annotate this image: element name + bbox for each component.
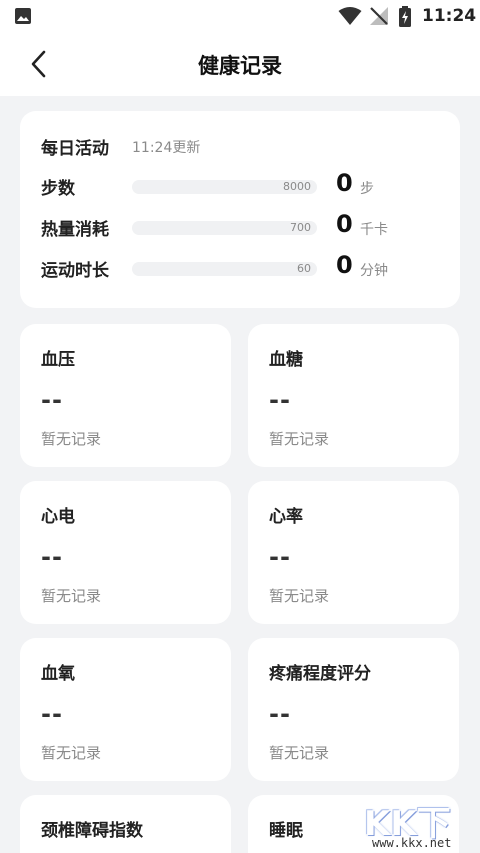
metric-value: -- <box>41 543 63 571</box>
activity-label: 热量消耗 <box>41 220 109 240</box>
metric-card-neck-disability[interactable]: 颈椎障碍指数 <box>20 795 231 853</box>
metric-note: 暂无记录 <box>269 587 330 605</box>
activity-title: 每日活动 <box>41 139 109 159</box>
page-title: 健康记录 <box>198 54 282 78</box>
activity-value: 0 <box>336 169 353 197</box>
progress-bar: 8000 <box>132 180 317 194</box>
app-bar: 健康记录 <box>0 32 480 96</box>
activity-row-steps: 步数 8000 0 步 <box>20 169 460 202</box>
watermark-url: www.kkx.net <box>372 836 452 850</box>
progress-bar: 60 <box>132 262 317 276</box>
metric-card-blood-sugar[interactable]: 血糖 -- 暂无记录 <box>248 324 459 467</box>
metric-card-blood-oxygen[interactable]: 血氧 -- 暂无记录 <box>20 638 231 781</box>
metric-title: 血压 <box>41 350 75 370</box>
activity-label: 运动时长 <box>41 261 109 281</box>
watermark-logo: KK下载 www.kkx.net <box>360 796 478 852</box>
no-signal-icon <box>370 7 388 25</box>
metric-note: 暂无记录 <box>269 430 330 448</box>
activity-updated-time: 11:24更新 <box>132 140 201 156</box>
status-time: 11:24 <box>422 6 477 26</box>
daily-activity-card[interactable]: 每日活动 11:24更新 步数 8000 0 步 热量消耗 700 0 千卡 运… <box>20 111 460 308</box>
activity-unit: 分钟 <box>360 263 388 279</box>
progress-target: 700 <box>290 221 311 234</box>
activity-row-calories: 热量消耗 700 0 千卡 <box>20 210 460 243</box>
activity-label: 步数 <box>41 179 75 199</box>
metric-note: 暂无记录 <box>269 744 330 762</box>
metric-value: -- <box>269 700 291 728</box>
progress-target: 8000 <box>283 180 311 193</box>
image-icon <box>15 8 31 24</box>
metric-card-pain-score[interactable]: 疼痛程度评分 -- 暂无记录 <box>248 638 459 781</box>
metric-title: 血氧 <box>41 664 75 684</box>
metric-title: 心电 <box>41 507 75 527</box>
wifi-icon <box>338 7 362 25</box>
status-bar: 11:24 <box>0 0 480 32</box>
progress-target: 60 <box>297 262 311 275</box>
metric-title: 心率 <box>269 507 303 527</box>
metric-note: 暂无记录 <box>41 587 102 605</box>
metric-value: -- <box>41 386 63 414</box>
metric-title: 疼痛程度评分 <box>269 664 371 684</box>
activity-value: 0 <box>336 210 353 238</box>
progress-bar: 700 <box>132 221 317 235</box>
metric-card-heart-rate[interactable]: 心率 -- 暂无记录 <box>248 481 459 624</box>
activity-value: 0 <box>336 251 353 279</box>
activity-unit: 步 <box>360 181 374 197</box>
metric-note: 暂无记录 <box>41 744 102 762</box>
metric-title: 血糖 <box>269 350 303 370</box>
activity-row-duration: 运动时长 60 0 分钟 <box>20 251 460 284</box>
metric-value: -- <box>269 543 291 571</box>
metric-note: 暂无记录 <box>41 430 102 448</box>
metric-title: 睡眠 <box>269 821 303 841</box>
metric-card-blood-pressure[interactable]: 血压 -- 暂无记录 <box>20 324 231 467</box>
metric-value: -- <box>269 386 291 414</box>
metric-value: -- <box>41 700 63 728</box>
activity-unit: 千卡 <box>360 222 388 238</box>
metric-title: 颈椎障碍指数 <box>41 821 143 841</box>
battery-charging-icon <box>399 6 411 27</box>
metric-card-ecg[interactable]: 心电 -- 暂无记录 <box>20 481 231 624</box>
